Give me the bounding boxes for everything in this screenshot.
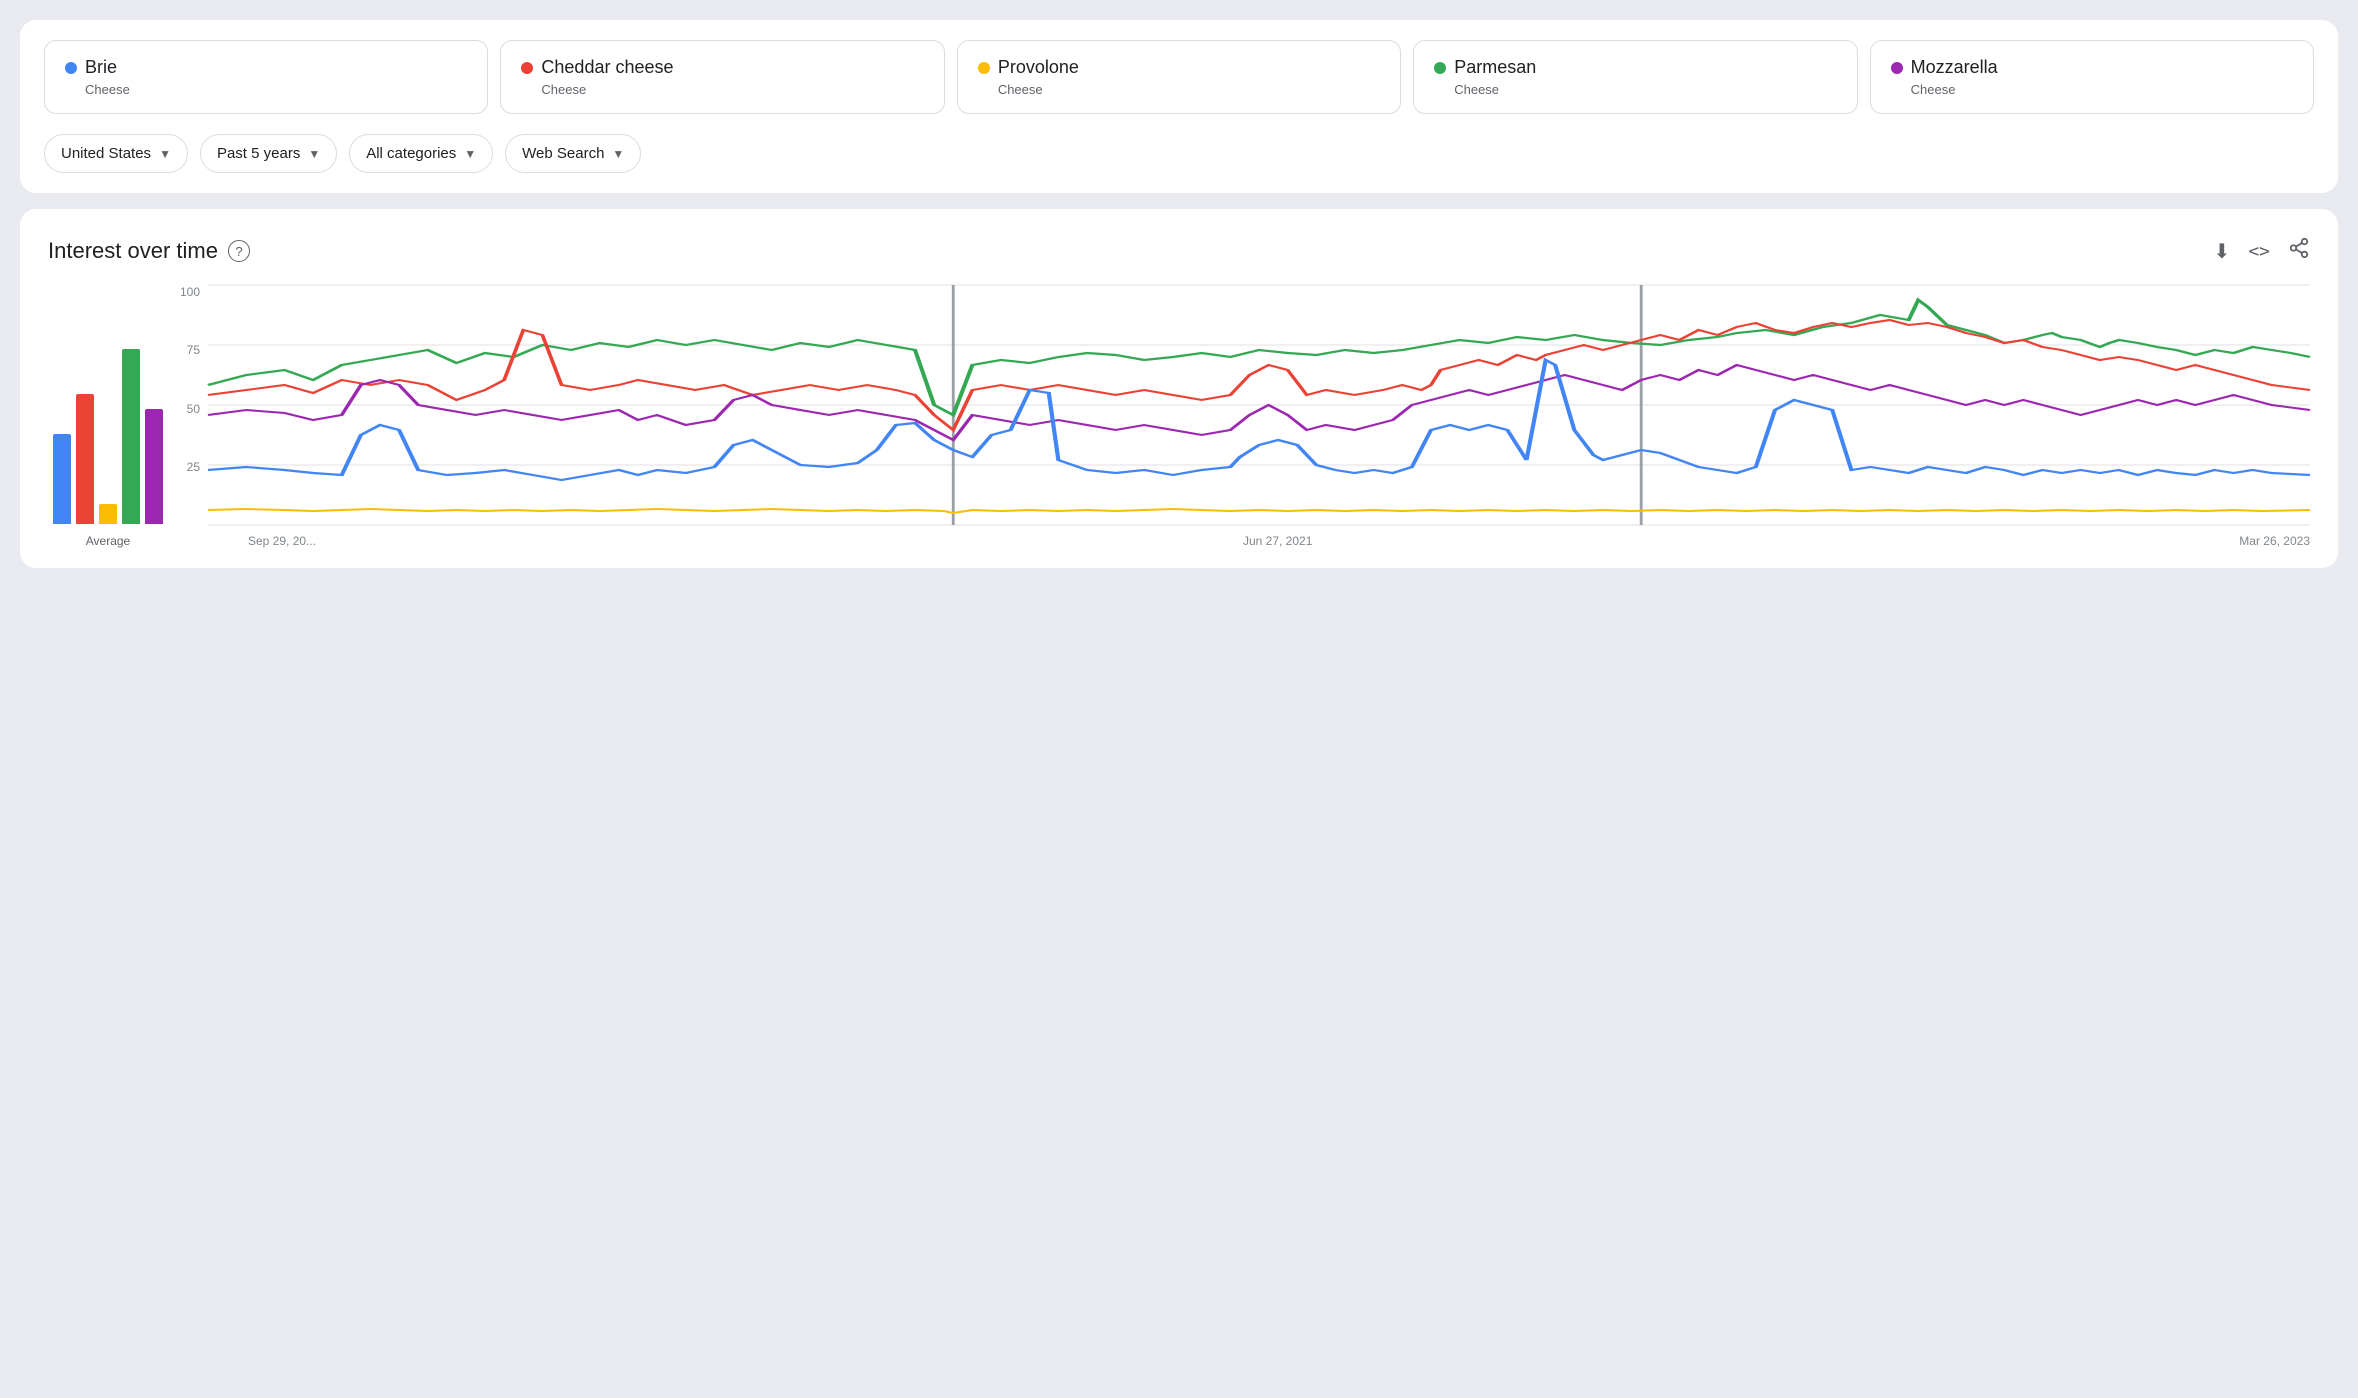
average-bar-section: Average (48, 328, 168, 548)
term-dot-cheddar (521, 62, 533, 74)
parmesan-bar (122, 349, 140, 524)
term-category-parmesan: Cheese (1434, 82, 1836, 97)
term-name-provolone: Provolone (978, 57, 1380, 78)
term-name-parmesan: Parmesan (1434, 57, 1836, 78)
filter-category-chevron-icon: ▼ (464, 147, 476, 161)
help-icon-label: ? (235, 244, 242, 259)
chart-actions: ⬇ <> (2214, 237, 2310, 265)
term-name-mozzarella: Mozzarella (1891, 57, 2293, 78)
brie-line (208, 360, 2310, 480)
provolone-bar (99, 504, 117, 524)
y-axis: 100 75 50 25 (168, 285, 208, 518)
chart-svg-area: Sep 29, 20... Jun 27, 2021 Mar 26, 2023 (208, 285, 2310, 548)
parmesan-line (208, 300, 2310, 415)
chart-title: Interest over time (48, 238, 218, 264)
term-chip-mozzarella[interactable]: Mozzarella Cheese (1870, 40, 2314, 114)
term-chip-provolone[interactable]: Provolone Cheese (957, 40, 1401, 114)
term-label-brie: Brie (85, 57, 117, 78)
x-label: Jun 27, 2021 (1243, 534, 1312, 548)
share-icon[interactable] (2288, 237, 2310, 265)
filter-time-label: Past 5 years (217, 145, 300, 162)
filter-search_type-label: Web Search (522, 145, 604, 162)
embed-icon[interactable]: <> (2248, 241, 2270, 262)
term-label-parmesan: Parmesan (1454, 57, 1536, 78)
term-category-cheddar: Cheese (521, 82, 923, 97)
x-label: Mar 26, 2023 (2239, 534, 2310, 548)
term-category-brie: Cheese (65, 82, 467, 97)
filter-search_type-button[interactable]: Web Search ▼ (505, 134, 641, 173)
filters-row: United States▼Past 5 years▼All categorie… (44, 134, 2314, 173)
term-chip-parmesan[interactable]: Parmesan Cheese (1413, 40, 1857, 114)
term-category-provolone: Cheese (978, 82, 1380, 97)
term-label-cheddar: Cheddar cheese (541, 57, 673, 78)
cheddar-bar (76, 394, 94, 524)
filter-search_type-chevron-icon: ▼ (612, 147, 624, 161)
chart-header: Interest over time ? ⬇ <> (48, 237, 2310, 265)
y-label-50: 50 (187, 402, 200, 416)
y-label-25: 25 (187, 460, 200, 474)
term-dot-brie (65, 62, 77, 74)
x-axis-labels: Sep 29, 20... Jun 27, 2021 Mar 26, 2023 (248, 534, 2310, 548)
y-label-75: 75 (187, 343, 200, 357)
chart-title-area: Interest over time ? (48, 238, 250, 264)
brie-bar (53, 434, 71, 524)
provolone-line (208, 509, 2310, 513)
term-name-brie: Brie (65, 57, 467, 78)
filter-region-chevron-icon: ▼ (159, 147, 171, 161)
x-label: Sep 29, 20... (248, 534, 316, 548)
term-dot-parmesan (1434, 62, 1446, 74)
chart-area: Average 100 75 50 25 (48, 285, 2310, 548)
filter-category-label: All categories (366, 145, 456, 162)
term-chip-cheddar[interactable]: Cheddar cheese Cheese (500, 40, 944, 114)
term-label-mozzarella: Mozzarella (1911, 57, 1998, 78)
chart-card: Interest over time ? ⬇ <> Average (20, 209, 2338, 568)
filter-category-button[interactable]: All categories ▼ (349, 134, 493, 173)
term-label-provolone: Provolone (998, 57, 1079, 78)
download-icon[interactable]: ⬇ (2214, 239, 2231, 264)
term-chip-brie[interactable]: Brie Cheese (44, 40, 488, 114)
search-terms-row: Brie Cheese Cheddar cheese Cheese Provol… (44, 40, 2314, 114)
mozzarella-bar (145, 409, 163, 524)
average-label: Average (86, 534, 130, 548)
term-dot-provolone (978, 62, 990, 74)
average-bars (53, 328, 163, 528)
mozzarella-line (208, 365, 2310, 440)
filter-time-button[interactable]: Past 5 years ▼ (200, 134, 337, 173)
trend-chart (208, 285, 2310, 525)
line-chart-container: 100 75 50 25 (168, 285, 2310, 548)
help-icon[interactable]: ? (228, 240, 250, 262)
filter-region-label: United States (61, 145, 151, 162)
term-category-mozzarella: Cheese (1891, 82, 2293, 97)
term-dot-mozzarella (1891, 62, 1903, 74)
filter-time-chevron-icon: ▼ (308, 147, 320, 161)
y-label-100: 100 (180, 285, 200, 299)
term-name-cheddar: Cheddar cheese (521, 57, 923, 78)
filter-region-button[interactable]: United States ▼ (44, 134, 188, 173)
